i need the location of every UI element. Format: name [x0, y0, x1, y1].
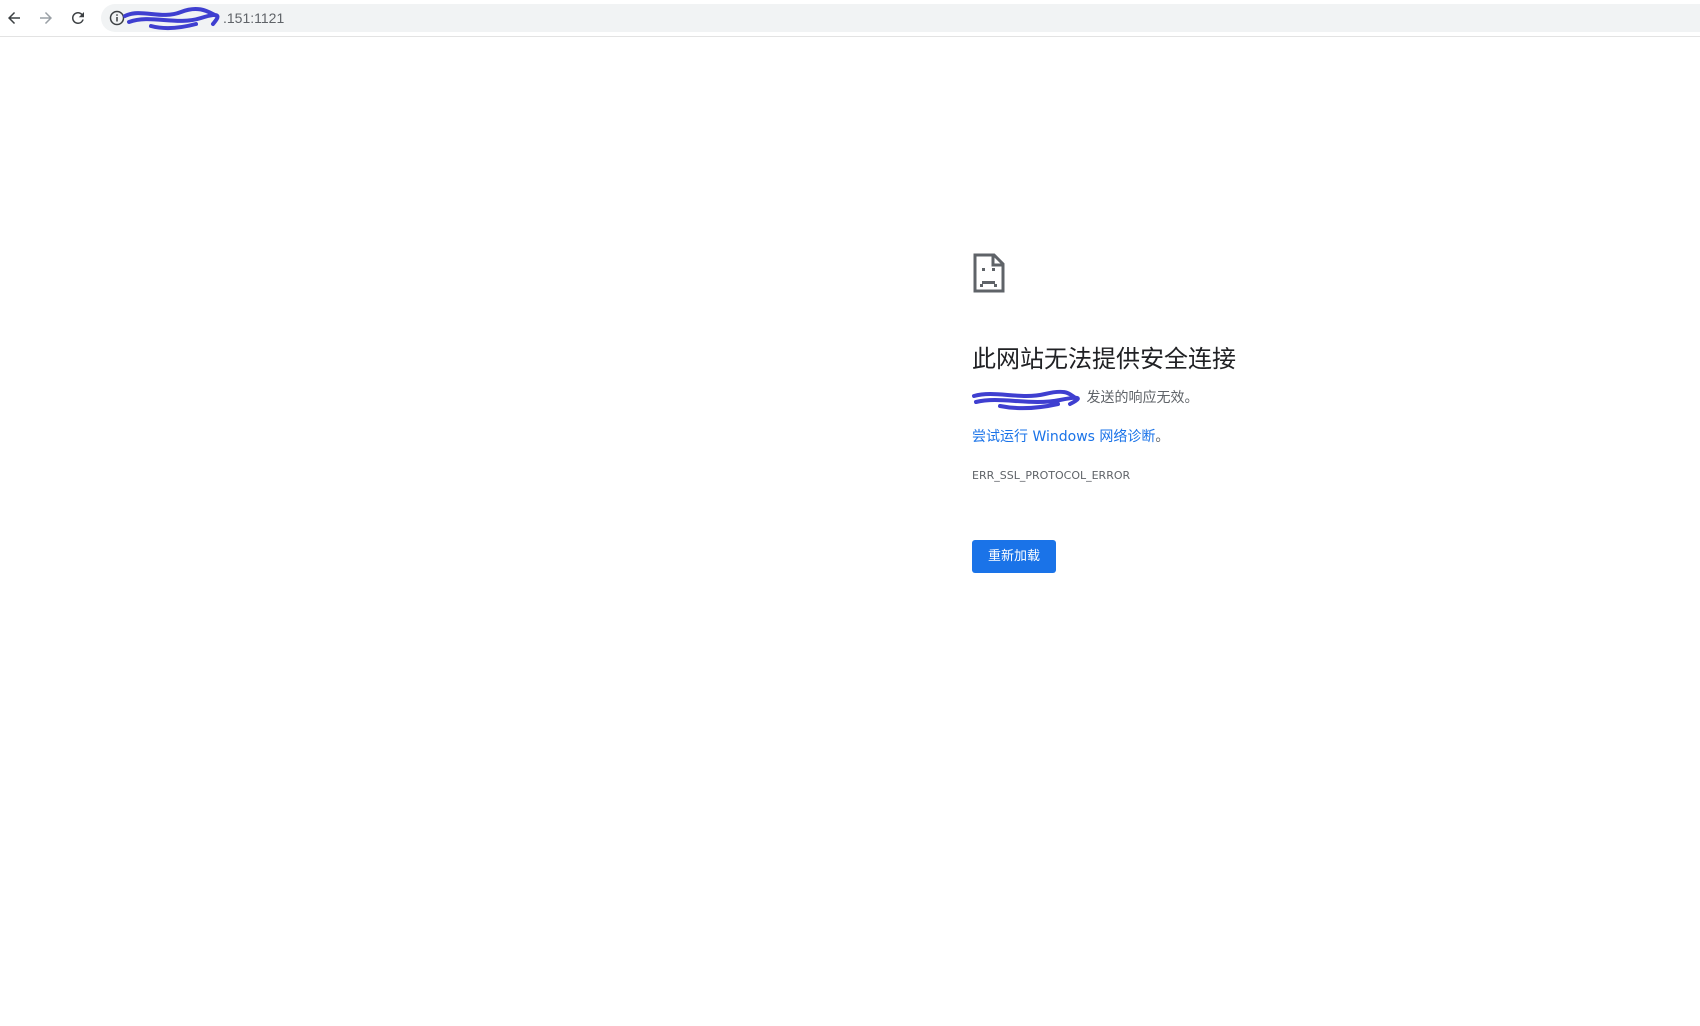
back-button[interactable] — [1, 5, 27, 31]
reload-page-button[interactable] — [65, 5, 91, 31]
error-heading: 此网站无法提供安全连接 — [972, 345, 1236, 373]
forward-button[interactable] — [33, 5, 59, 31]
reload-icon — [72, 11, 84, 24]
error-code: ERR_SSL_PROTOCOL_ERROR — [972, 469, 1131, 482]
address-bar[interactable]: .151:1121 — [101, 4, 1700, 32]
suggestion-tail: 。 — [1155, 429, 1170, 445]
description-text: 发送的响应无效。 — [1086, 390, 1199, 406]
suggestion-line: 尝试运行 Windows 网络诊断。 — [972, 427, 1169, 447]
arrow-right-icon — [40, 12, 52, 24]
error-description: 发送的响应无效。 — [972, 388, 1198, 408]
info-icon[interactable] — [109, 10, 125, 26]
sad-document-icon — [973, 253, 1005, 293]
network-diagnostics-link[interactable]: 尝试运行 Windows 网络诊断 — [972, 429, 1155, 445]
arrow-left-icon — [8, 12, 20, 24]
browser-toolbar: .151:1121 — [0, 0, 1700, 37]
url-text: .151:1121 — [223, 10, 285, 26]
reload-button[interactable]: 重新加载 — [972, 540, 1056, 573]
